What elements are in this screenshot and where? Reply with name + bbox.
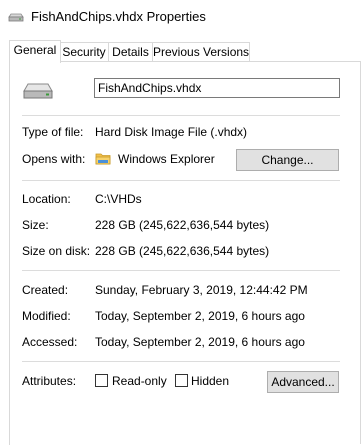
location-value: C:\VHDs <box>95 192 142 206</box>
title-bar: FishAndChips.vhdx Properties <box>0 0 363 34</box>
created-value: Sunday, February 3, 2019, 12:44:42 PM <box>95 283 308 297</box>
drive-icon <box>8 8 24 24</box>
window-title: FishAndChips.vhdx Properties <box>31 9 206 24</box>
tab-security[interactable]: Security <box>59 42 109 62</box>
advanced-button[interactable]: Advanced... <box>267 371 339 393</box>
hidden-checkbox[interactable] <box>175 374 188 387</box>
panel-right-border <box>360 61 361 444</box>
file-name-field[interactable]: FishAndChips.vhdx <box>94 78 340 98</box>
size-on-disk-label: Size on disk: <box>22 244 91 258</box>
type-label: Type of file: <box>22 125 84 139</box>
change-button[interactable]: Change... <box>236 149 339 171</box>
size-on-disk-value: 228 GB (245,622,636,544 bytes) <box>95 244 270 258</box>
accessed-value: Today, September 2, 2019, 6 hours ago <box>95 335 305 349</box>
modified-label: Modified: <box>22 309 71 323</box>
tab-previous-versions[interactable]: Previous Versions <box>152 42 250 62</box>
divider <box>22 115 340 116</box>
size-value: 228 GB (245,622,636,544 bytes) <box>95 218 270 232</box>
type-value: Hard Disk Image File (.vhdx) <box>95 125 248 139</box>
drive-icon <box>22 80 54 100</box>
readonly-checkbox[interactable] <box>95 374 108 387</box>
folder-icon <box>95 150 111 166</box>
tab-general[interactable]: General <box>9 40 61 63</box>
modified-value: Today, September 2, 2019, 6 hours ago <box>95 309 305 323</box>
divider <box>22 180 340 181</box>
location-label: Location: <box>22 192 71 206</box>
tab-details[interactable]: Details <box>108 42 153 62</box>
readonly-label: Read-only <box>112 374 167 388</box>
opens-with-label: Opens with: <box>22 152 86 166</box>
size-label: Size: <box>22 218 49 232</box>
attributes-label: Attributes: <box>22 374 77 388</box>
accessed-label: Accessed: <box>22 335 78 349</box>
divider <box>22 361 340 362</box>
tab-strip: General Security Details Previous Versio… <box>9 40 355 63</box>
created-label: Created: <box>22 283 69 297</box>
opens-with-value: Windows Explorer <box>118 152 215 166</box>
divider <box>22 270 340 271</box>
hidden-label: Hidden <box>191 374 230 388</box>
